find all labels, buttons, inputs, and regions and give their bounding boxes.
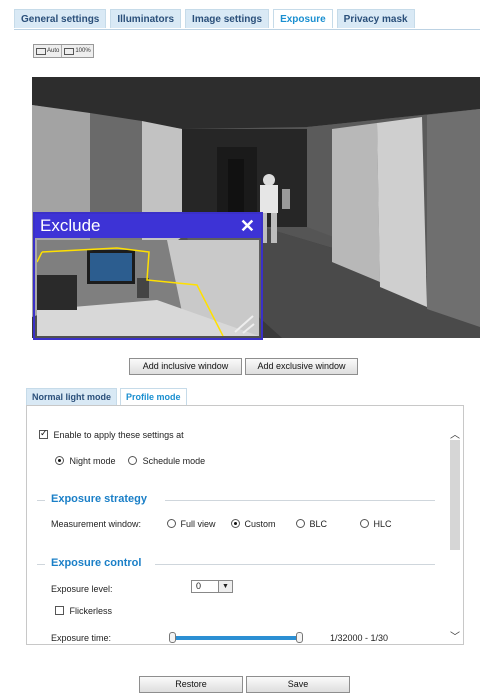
full-view-radio[interactable]: [167, 519, 176, 528]
enable-label: Enable to apply these settings at: [53, 430, 184, 440]
exposure-level-label: Exposure level:: [51, 584, 113, 594]
tabs-divider: [14, 29, 480, 30]
tab-exposure[interactable]: Exposure: [273, 9, 333, 28]
custom-option: Custom: [231, 519, 276, 529]
add-inclusive-window-button[interactable]: Add inclusive window: [129, 358, 242, 375]
night-mode-label: Night mode: [69, 456, 116, 466]
view-full-button[interactable]: 100%: [61, 45, 92, 57]
enable-checkbox[interactable]: [39, 428, 48, 439]
tab-image-settings[interactable]: Image settings: [185, 9, 270, 28]
custom-radio[interactable]: [231, 519, 240, 528]
flickerless-label: Flickerless: [69, 606, 113, 616]
exposure-time-value: 1/32000 - 1/30: [330, 633, 389, 643]
exposure-level-value: 0: [196, 581, 202, 591]
divider: [155, 564, 435, 565]
tab-illuminators[interactable]: Illuminators: [110, 9, 182, 28]
exclude-window-titlebar[interactable]: Exclude ✕: [35, 214, 261, 238]
flickerless-checkbox[interactable]: [55, 606, 64, 615]
hlc-option: HLC: [360, 519, 392, 529]
mode-radio-row: Night mode Schedule mode: [55, 456, 205, 466]
profile-settings-panel[interactable]: Enable to apply these settings at Night …: [26, 405, 464, 645]
chevron-down-icon: ▼: [218, 581, 232, 592]
view-size-buttons: Auto 100%: [33, 44, 94, 58]
exclude-window[interactable]: Exclude ✕: [33, 212, 263, 340]
measurement-label: Measurement window:: [51, 519, 142, 529]
view-auto-label: Auto: [47, 48, 60, 54]
mode-tabs: Normal light mode Profile mode: [26, 388, 190, 405]
flickerless-row: Flickerless: [55, 606, 112, 616]
schedule-mode-label: Schedule mode: [142, 456, 206, 466]
panel-scrollbar[interactable]: ︿ ﹀: [447, 406, 463, 644]
hlc-radio[interactable]: [360, 519, 369, 528]
tab-profile-mode[interactable]: Profile mode: [120, 388, 187, 405]
restore-button[interactable]: Restore: [139, 676, 243, 693]
tab-general-settings[interactable]: General settings: [14, 9, 107, 28]
blc-radio[interactable]: [296, 519, 305, 528]
view-auto-button[interactable]: Auto: [34, 45, 61, 57]
exposure-time-label: Exposure time:: [51, 633, 112, 643]
divider: [165, 500, 435, 501]
divider: [37, 500, 45, 501]
add-exclusive-window-button[interactable]: Add exclusive window: [245, 358, 358, 375]
exposure-strategy-title: Exposure strategy: [51, 493, 147, 505]
exclude-window-title: Exclude: [40, 216, 101, 235]
schedule-mode-radio[interactable]: [128, 456, 138, 465]
settings-tabs: General settings Illuminators Image sett…: [14, 9, 419, 29]
fit-icon: [36, 47, 46, 55]
scroll-down-icon[interactable]: ﹀: [450, 628, 460, 643]
full-view-label: Full view: [180, 519, 216, 529]
scroll-up-icon[interactable]: ︿: [450, 426, 460, 441]
exposure-time-slider[interactable]: [173, 636, 303, 640]
tab-normal-light-mode[interactable]: Normal light mode: [26, 388, 118, 405]
night-mode-radio[interactable]: [55, 456, 64, 465]
exclude-window-preview: [37, 240, 259, 336]
divider: [37, 564, 45, 565]
blc-label: BLC: [309, 519, 328, 529]
blc-option: BLC: [296, 519, 327, 529]
slider-min-handle[interactable]: [169, 632, 176, 643]
custom-label: Custom: [244, 519, 276, 529]
full-view-option: Full view: [167, 519, 216, 529]
exposure-level-select[interactable]: 0 ▼: [191, 580, 233, 593]
view-full-label: 100%: [75, 48, 91, 54]
save-button[interactable]: Save: [246, 676, 350, 693]
close-icon[interactable]: ✕: [240, 214, 255, 238]
slider-max-handle[interactable]: [296, 632, 303, 643]
enable-row: Enable to apply these settings at: [39, 428, 184, 440]
full-size-icon: [64, 47, 75, 55]
hlc-label: HLC: [373, 519, 392, 529]
exposure-control-title: Exposure control: [51, 557, 142, 569]
tab-privacy-mask[interactable]: Privacy mask: [336, 9, 415, 28]
scrollbar-thumb[interactable]: [450, 440, 460, 550]
